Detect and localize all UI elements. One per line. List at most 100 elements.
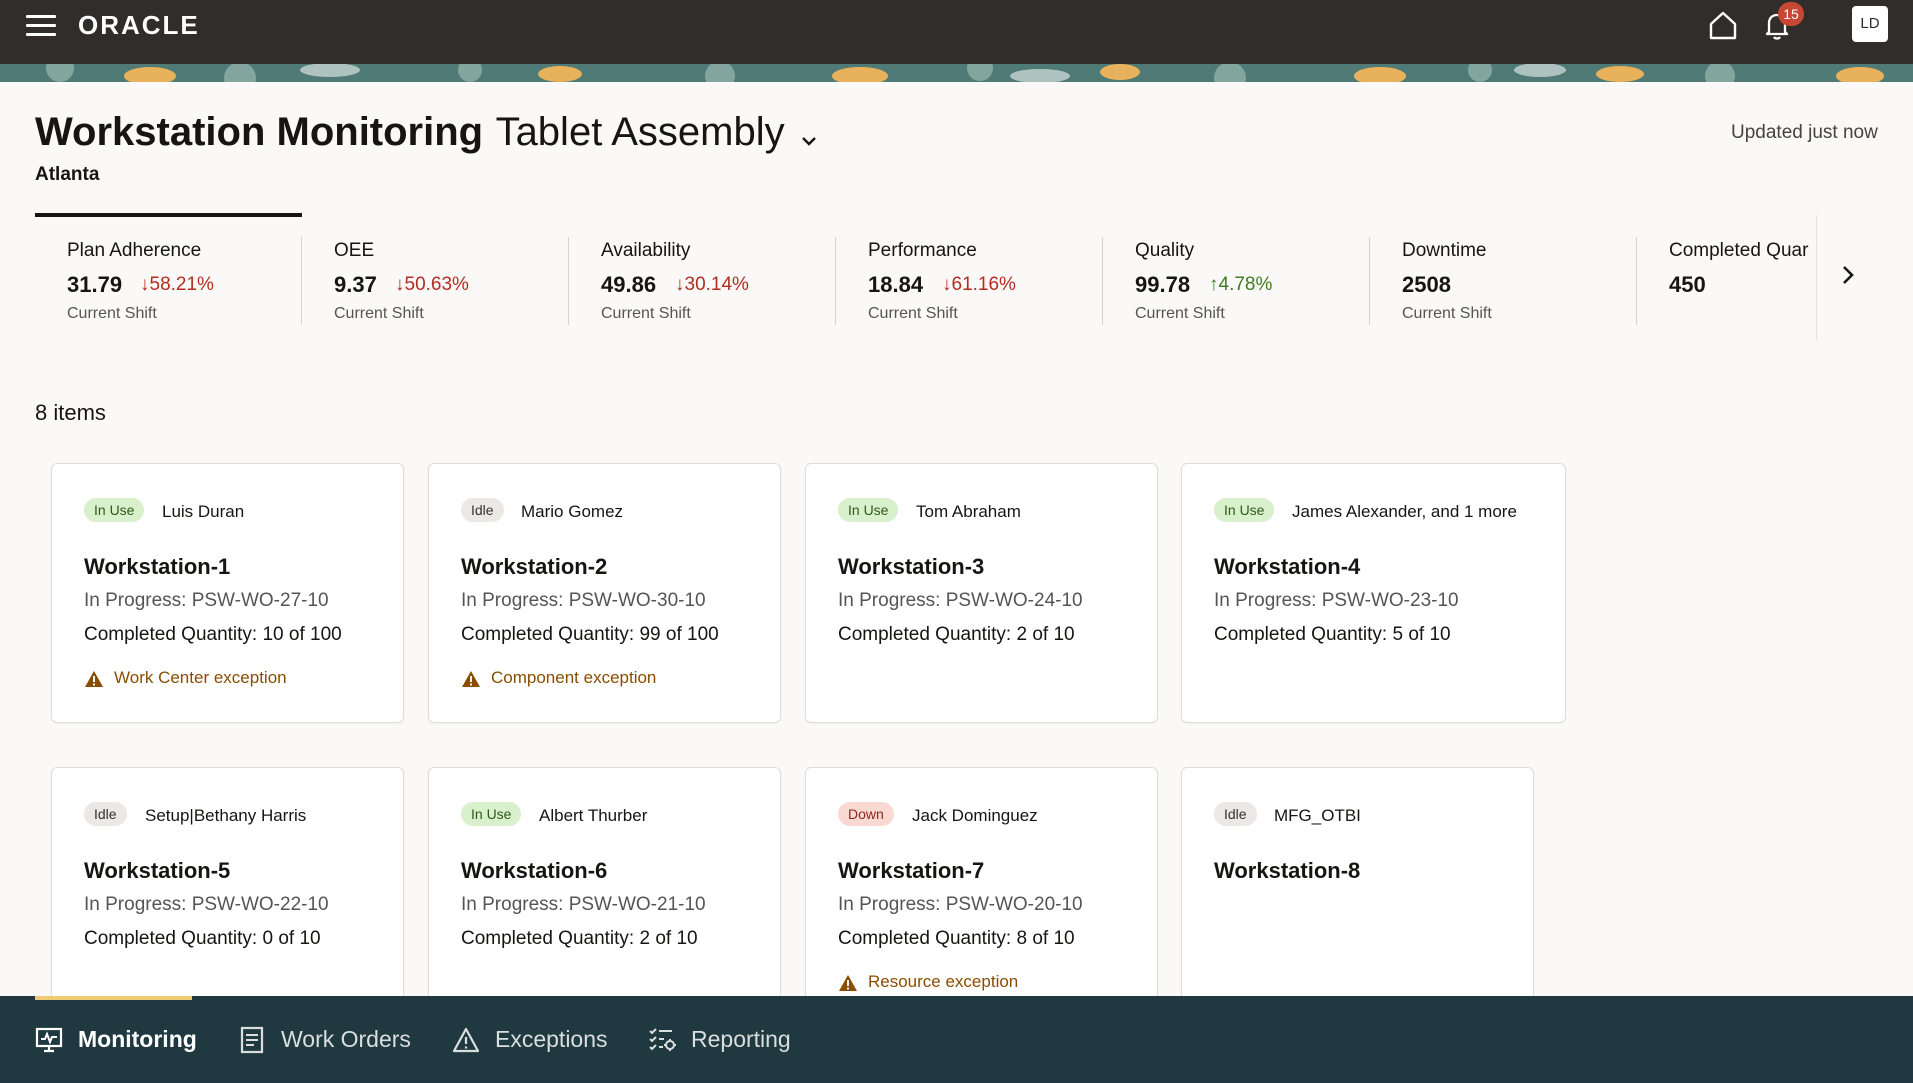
metric-change-value: 30.14%	[684, 274, 749, 295]
metric-value: 450	[1669, 272, 1706, 297]
exception-label: Component exception	[491, 668, 657, 687]
warning-icon	[452, 1027, 480, 1053]
metrics-next-button[interactable]	[1816, 215, 1879, 340]
checklist-settings-icon	[649, 1028, 676, 1051]
workstation-card[interactable]: Idle Mario Gomez Workstation-2 In Progre…	[428, 463, 781, 723]
operator-name: Tom Abraham	[916, 502, 1021, 521]
workstation-name: Workstation-2	[461, 554, 608, 579]
workstation-name: Workstation-3	[838, 554, 985, 579]
metric-downtime[interactable]: Downtime 2508 Current Shift	[1370, 215, 1637, 325]
app-header: ORACLE 15 LD	[0, 0, 1913, 64]
oracle-logo: ORACLE	[78, 10, 200, 40]
page-title-text: Workstation Monitoring	[35, 110, 484, 154]
items-count: 8 items	[35, 400, 106, 425]
metric-availability[interactable]: Availability 49.86 ↓30.14% Current Shift	[569, 215, 836, 325]
status-badge: In Use	[1214, 498, 1275, 522]
warning-icon	[839, 974, 857, 991]
metric-change-value: 4.78%	[1218, 274, 1273, 295]
exception-link[interactable]: Resource exception	[838, 972, 1018, 992]
warning-icon	[85, 670, 103, 687]
metric-period: Current Shift	[868, 305, 958, 322]
bottom-navigation: Monitoring Work Orders Exceptions Report…	[0, 996, 1913, 1083]
completed-quantity: Completed Quantity: 2 of 10	[461, 928, 698, 949]
workstation-card[interactable]: Down Jack Dominguez Workstation-7 In Pro…	[805, 767, 1158, 1027]
metric-label: Availability	[601, 240, 691, 261]
chevron-right-icon	[1843, 266, 1854, 284]
work-order-progress: In Progress: PSW-WO-21-10	[461, 894, 706, 915]
exception-label: Work Center exception	[114, 668, 287, 687]
workstation-card[interactable]: In Use Tom Abraham Workstation-3 In Prog…	[805, 463, 1158, 723]
menu-icon[interactable]	[26, 15, 56, 37]
status-badge: In Use	[838, 498, 899, 522]
metric-quality[interactable]: Quality 99.78 ↑4.78% Current Shift	[1103, 215, 1370, 325]
work-order-progress: In Progress: PSW-WO-24-10	[838, 590, 1083, 611]
exception-label: Resource exception	[868, 972, 1019, 991]
nav-exceptions[interactable]: Exceptions	[452, 996, 612, 1083]
metric-period: Current Shift	[1135, 305, 1225, 322]
metrics-strip: Plan Adherence 31.79 ↓58.21% Current Shi…	[35, 213, 1879, 340]
metric-change: ↓30.14%	[675, 274, 749, 296]
metric-performance[interactable]: Performance 18.84 ↓61.16% Current Shift	[836, 215, 1103, 325]
metric-label: Plan Adherence	[67, 240, 202, 261]
metric-plan-adherence[interactable]: Plan Adherence 31.79 ↓58.21% Current Shi…	[35, 213, 302, 325]
status-badge: Idle	[84, 802, 127, 826]
home-icon[interactable]	[1706, 8, 1740, 42]
status-badge: Idle	[1214, 802, 1257, 826]
operator-name: Albert Thurber	[539, 806, 648, 825]
completed-quantity: Completed Quantity: 0 of 10	[84, 928, 321, 949]
user-avatar[interactable]: LD	[1852, 6, 1888, 42]
exception-link[interactable]: Work Center exception	[84, 668, 287, 688]
status-badge: Idle	[461, 498, 504, 522]
work-order-progress: In Progress: PSW-WO-20-10	[838, 894, 1083, 915]
metric-value: 99.78	[1135, 272, 1191, 297]
workstation-card[interactable]: In Use Luis Duran Workstation-1 In Progr…	[51, 463, 404, 723]
chevron-down-icon[interactable]	[799, 131, 819, 151]
metric-change: ↓61.16%	[942, 274, 1016, 296]
metric-change: ↓50.63%	[395, 274, 469, 296]
workstation-card[interactable]: Idle MFG_OTBI Workstation-8	[1181, 767, 1534, 1027]
location-label: Atlanta	[35, 164, 100, 185]
page-title: Workstation Monitoring Tablet Assembly	[35, 110, 819, 155]
operator-name: Mario Gomez	[521, 502, 624, 521]
status-badge: In Use	[461, 802, 522, 826]
metric-label: OEE	[334, 240, 375, 261]
metric-period: Current Shift	[334, 305, 424, 322]
metric-label: Performance	[868, 240, 977, 261]
completed-quantity: Completed Quantity: 10 of 100	[84, 624, 342, 645]
operator-name: MFG_OTBI	[1274, 806, 1361, 825]
warning-icon	[462, 670, 480, 687]
arrow-down-icon: ↓	[942, 274, 952, 295]
arrow-down-icon: ↓	[395, 274, 405, 295]
nav-work-orders[interactable]: Work Orders	[238, 996, 411, 1083]
metric-label: Quality	[1135, 240, 1195, 261]
work-order-progress: In Progress: PSW-WO-30-10	[461, 590, 706, 611]
workstation-card[interactable]: In Use Albert Thurber Workstation-6 In P…	[428, 767, 781, 1027]
work-area-selector[interactable]: Tablet Assembly	[496, 110, 785, 154]
workstation-card[interactable]: In Use James Alexander, and 1 more Works…	[1181, 463, 1566, 723]
updated-status: Updated just now	[1731, 122, 1878, 143]
metric-oee[interactable]: OEE 9.37 ↓50.63% Current Shift	[302, 215, 569, 325]
document-icon	[240, 1026, 264, 1054]
workstation-card[interactable]: Idle Setup|Bethany Harris Workstation-5 …	[51, 767, 404, 1027]
monitor-icon	[35, 1027, 63, 1053]
main-content: Workstation Monitoring Tablet Assembly A…	[0, 82, 1913, 1027]
nav-reporting[interactable]: Reporting	[648, 996, 808, 1083]
operator-name: James Alexander, and 1 more	[1292, 502, 1517, 521]
completed-quantity: Completed Quantity: 99 of 100	[461, 624, 719, 645]
operator-name: Luis Duran	[162, 502, 245, 521]
notification-badge: 15	[1778, 2, 1804, 26]
metric-period: Current Shift	[67, 305, 157, 322]
work-order-progress: In Progress: PSW-WO-27-10	[84, 590, 329, 611]
workstation-name: Workstation-7	[838, 858, 985, 883]
nav-monitoring[interactable]: Monitoring	[35, 996, 197, 1083]
workstation-name: Workstation-5	[84, 858, 231, 883]
exception-link[interactable]: Component exception	[461, 668, 656, 688]
workstation-name: Workstation-8	[1214, 858, 1361, 883]
workstation-name: Workstation-4	[1214, 554, 1361, 579]
work-order-progress: In Progress: PSW-WO-22-10	[84, 894, 329, 915]
nav-label: Work Orders	[281, 1026, 411, 1052]
arrow-down-icon: ↓	[675, 274, 685, 295]
completed-quantity: Completed Quantity: 5 of 10	[1214, 624, 1451, 645]
operator-name: Setup|Bethany Harris	[145, 806, 307, 825]
metric-value: 49.86	[601, 272, 657, 297]
